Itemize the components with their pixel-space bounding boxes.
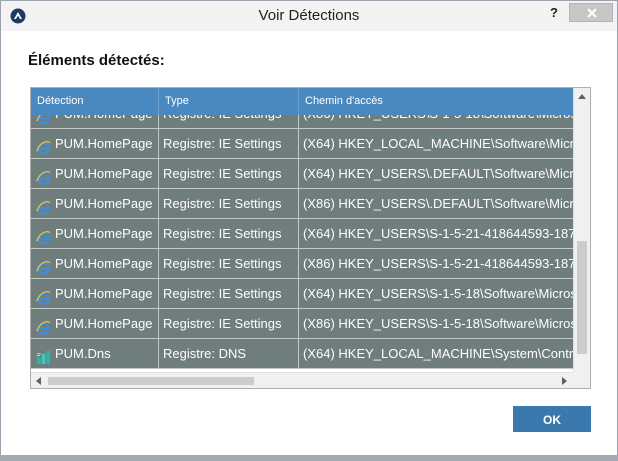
detections-dialog: Voir Détections ? Éléments détectés: Dét… [0, 0, 618, 461]
path-cell: (X86) HKEY_USERS\.DEFAULT\Software\Micro… [303, 196, 573, 211]
detection-name: PUM.HomePage [55, 226, 153, 241]
ok-button[interactable]: OK [513, 406, 591, 432]
ie-icon [36, 286, 51, 305]
path-cell: (X64) HKEY_LOCAL_MACHINE\System\ControlS… [303, 346, 573, 361]
close-icon [587, 8, 597, 18]
detection-name: PUM.HomePage [55, 166, 153, 181]
ie-icon [36, 166, 51, 185]
grid-rows-inner: PUM.HomePageRegistre: IE Settings(X86) H… [31, 115, 573, 369]
ie-icon [36, 136, 51, 155]
table-row[interactable]: PUM.HomePage Registre: IE Settings (X64) H… [31, 159, 573, 189]
dns-icon [36, 346, 51, 365]
scrollbar-corner [573, 372, 590, 388]
vertical-scrollbar[interactable] [573, 88, 590, 372]
table-row[interactable]: PUM.HomePage Registre: IE Settings(X86) H… [31, 115, 573, 129]
path-cell: (X64) HKEY_USERS\S-1-5-18\Software\Micro… [303, 286, 573, 301]
detection-cell: PUM.HomePage [31, 219, 159, 248]
detection-name: PUM.HomePage [55, 115, 153, 121]
detection-cell: PUM.HomePage [31, 249, 159, 278]
window-title: Voir Détections [258, 7, 360, 24]
detection-name: PUM.HomePage [55, 316, 153, 331]
detection-name: PUM.Dns [55, 346, 111, 361]
type-cell: Registre: IE Settings [159, 129, 299, 158]
ie-icon [36, 256, 51, 275]
detections-grid[interactable]: Détection Type Chemin d'accès PUM.HomePa… [30, 87, 591, 389]
ie-icon [36, 115, 51, 125]
table-row[interactable]: PUM.HomePage Registre: IE Settings (X64) H… [31, 279, 573, 309]
detection-cell: PUM.HomePage [31, 309, 159, 338]
detection-name: PUM.HomePage [55, 196, 153, 211]
type-cell: Registre: IE Settings [159, 115, 299, 128]
path-cell: (X64) HKEY_LOCAL_MACHINE\Software\Micros… [303, 136, 573, 151]
background-edge [0, 455, 618, 461]
detection-cell: PUM.HomePage [31, 115, 159, 128]
title-bar[interactable]: Voir Détections ? [1, 1, 617, 31]
scroll-left-arrow-icon[interactable] [36, 377, 41, 385]
section-heading: Éléments détectés: [28, 52, 165, 69]
help-button[interactable]: ? [544, 4, 564, 24]
type-cell: Registre: IE Settings [159, 189, 299, 218]
type-cell: Registre: IE Settings [159, 309, 299, 338]
scroll-up-arrow-icon[interactable] [578, 94, 586, 99]
column-header-detection[interactable]: Détection [31, 88, 159, 115]
ie-icon [36, 226, 51, 245]
table-row[interactable]: PUM.HomePage Registre: IE Settings (X86) H… [31, 189, 573, 219]
detection-cell: PUM.HomePage [31, 129, 159, 158]
grid-rows: PUM.HomePageRegistre: IE Settings(X86) H… [31, 115, 573, 372]
ie-icon [36, 316, 51, 335]
scroll-right-arrow-icon[interactable] [562, 377, 567, 385]
horizontal-scroll-thumb[interactable] [48, 377, 254, 385]
type-cell: Registre: IE Settings [159, 159, 299, 188]
table-row[interactable]: PUM.HomePage Registre: IE Settings (X64) H… [31, 219, 573, 249]
path-cell: (X64) HKEY_USERS\S-1-5-21-418644593-1874… [303, 226, 573, 241]
detection-cell: PUM.HomePage [31, 279, 159, 308]
horizontal-scrollbar[interactable] [31, 372, 573, 388]
grid-header: Détection Type Chemin d'accès [31, 88, 573, 115]
detection-name: PUM.HomePage [55, 136, 153, 151]
detection-cell: PUM.Dns [31, 339, 159, 368]
detection-cell: PUM.HomePage [31, 159, 159, 188]
type-cell: Registre: IE Settings [159, 249, 299, 278]
detection-name: PUM.HomePage [55, 256, 153, 271]
path-cell: (X86) HKEY_USERS\S-1-5-18\Software\Micro… [299, 115, 573, 128]
detection-name: PUM.HomePage [55, 286, 153, 301]
close-button[interactable] [569, 3, 613, 22]
type-cell: Registre: IE Settings [159, 219, 299, 248]
path-cell: (X86) HKEY_USERS\S-1-5-18\Software\Micro… [303, 316, 573, 331]
column-header-type[interactable]: Type [159, 88, 299, 115]
ie-icon [36, 196, 51, 215]
type-cell: Registre: DNS [159, 339, 299, 368]
table-row[interactable]: PUM.HomePage Registre: IE Settings (X64) H… [31, 129, 573, 159]
column-header-path[interactable]: Chemin d'accès [299, 88, 573, 115]
type-cell: Registre: IE Settings [159, 279, 299, 308]
table-row[interactable]: PUM.HomePage Registre: IE Settings (X86) H… [31, 249, 573, 279]
detection-cell: PUM.HomePage [31, 189, 159, 218]
path-cell: (X64) HKEY_USERS\.DEFAULT\Software\Micro… [303, 166, 573, 181]
path-cell: (X86) HKEY_USERS\S-1-5-21-418644593-1874… [303, 256, 573, 271]
vertical-scroll-thumb[interactable] [577, 241, 587, 354]
table-row[interactable]: PUM.HomePage Registre: IE Settings (X86) H… [31, 309, 573, 339]
table-row[interactable]: PUM.Dns Registre: DNS (X64) HKEY_LOCAL_MAC… [31, 339, 573, 369]
